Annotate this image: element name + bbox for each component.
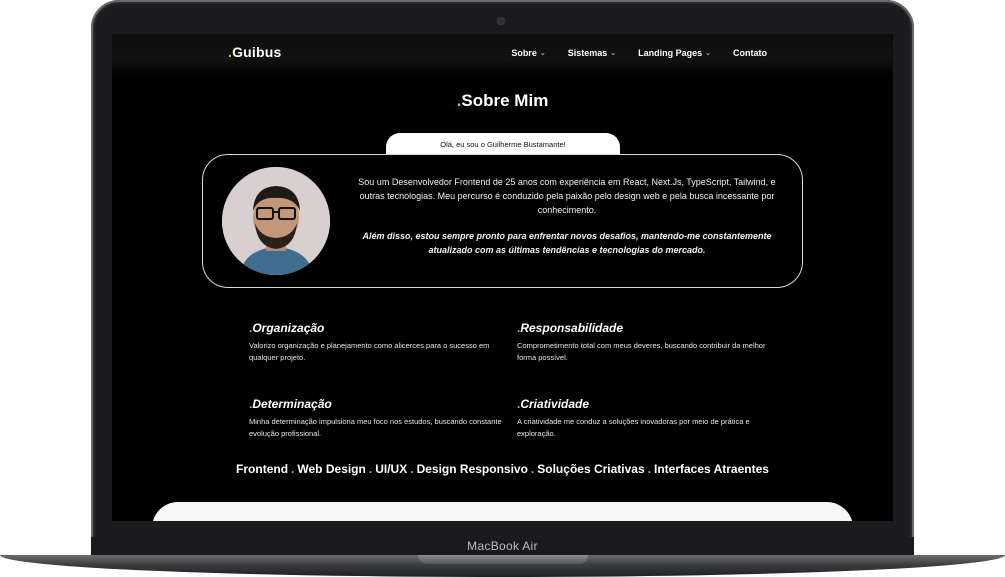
screen: .Guibus Sobre ⌄ Sistemas ⌄ Landing Pages… [112, 34, 893, 521]
feature-title-text: Responsabilidade [520, 321, 624, 335]
device-label: MacBook Air [467, 539, 538, 553]
feature-text: Valorizo organização e planejamento como… [249, 341, 490, 362]
nav-item-contato[interactable]: Contato [733, 48, 767, 58]
feature-organizacao: .Organização Valorizo organização e plan… [249, 321, 509, 364]
feature-title: .Determinação [249, 397, 509, 411]
feature-responsabilidade: .Responsabilidade Comprometimento total … [517, 321, 777, 364]
nav-item-landing-pages[interactable]: Landing Pages ⌄ [638, 48, 711, 58]
feature-text: Minha determinação impulsiona meu foco n… [249, 417, 502, 438]
skill-item: Interfaces Atraentes [654, 462, 769, 476]
about-text: Sou um Desenvolvedor Frontend de 25 anos… [351, 175, 783, 257]
feature-title: .Criatividade [517, 397, 777, 411]
feature-title-text: Criatividade [520, 397, 590, 411]
feature-title-text: Determinação [252, 397, 332, 411]
about-card: Sou um Desenvolvedor Frontend de 25 anos… [202, 154, 803, 288]
nav-item-label: Sobre [511, 48, 537, 58]
laptop-chin: MacBook Air [91, 537, 914, 557]
next-section-card [152, 502, 853, 521]
skill-separator: . [291, 462, 295, 476]
feature-text: A criatividade me conduz a soluções inov… [517, 417, 750, 438]
feature-title-text: Organização [252, 321, 325, 335]
skill-item: Frontend [236, 462, 289, 476]
feature-criatividade: .Criatividade A criatividade me conduz a… [517, 397, 777, 440]
skill-separator: . [647, 462, 651, 476]
skills-strip: Frontend. Web Design. UI/UX. Design Respons… [112, 462, 893, 476]
feature-text: Comprometimento total com meus deveres, … [517, 341, 766, 362]
nav-item-sobre[interactable]: Sobre ⌄ [511, 48, 545, 58]
skill-item: Design Responsivo [416, 462, 528, 476]
skill-item: Soluções Criativas [537, 462, 645, 476]
avatar [222, 167, 330, 275]
nav-item-label: Contato [733, 48, 767, 58]
nav-item-label: Sistemas [567, 48, 608, 58]
laptop-notch [418, 555, 588, 564]
page-title: .Sobre Mim [112, 91, 893, 111]
main-menu: Sobre ⌄ Sistemas ⌄ Landing Pages ⌄ Conta… [511, 48, 767, 58]
profile-photo [222, 167, 330, 275]
skill-separator: . [368, 462, 373, 476]
about-emphasis: Além disso, estou sempre pronto para enf… [362, 231, 772, 255]
site-header: .Guibus Sobre ⌄ Sistemas ⌄ Landing Pages… [112, 34, 893, 76]
skill-item: Web Design [297, 462, 366, 476]
about-paragraph: Sou um Desenvolvedor Frontend de 25 anos… [358, 177, 776, 215]
chevron-down-icon: ⌄ [705, 50, 711, 57]
feature-title: .Responsabilidade [517, 321, 777, 335]
nav-item-label: Landing Pages [638, 48, 703, 58]
site-logo[interactable]: .Guibus [228, 44, 282, 60]
logo-text: Guibus [232, 44, 282, 60]
feature-determinacao: .Determinação Minha determinação impulsi… [249, 397, 509, 440]
feature-title: .Organização [249, 321, 509, 335]
chevron-down-icon: ⌄ [539, 50, 546, 57]
skill-separator: . [530, 462, 535, 476]
skill-item: UI/UX [375, 462, 408, 476]
skill-separator: . [410, 462, 414, 476]
chevron-down-icon: ⌄ [610, 50, 617, 57]
nav-item-sistemas[interactable]: Sistemas ⌄ [568, 48, 616, 58]
title-text: Sobre Mim [461, 91, 549, 110]
camera-icon [498, 18, 504, 24]
